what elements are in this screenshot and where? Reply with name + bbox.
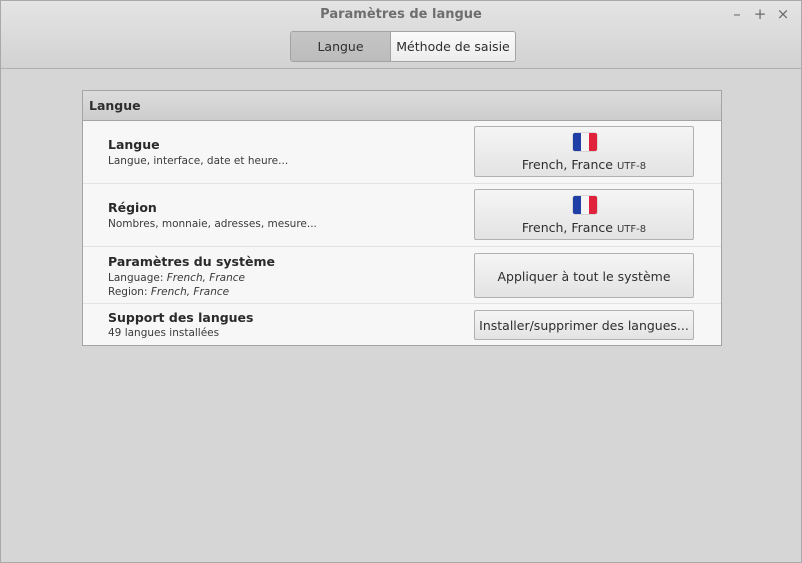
panel-header: Langue xyxy=(83,91,721,121)
row-label-system-settings: Paramètres du système xyxy=(108,254,275,269)
row-label-langue: Langue xyxy=(108,137,160,152)
system-region-line: Region: French, France xyxy=(108,286,229,298)
system-language-prefix: Language: xyxy=(108,272,167,284)
maximize-icon[interactable]: + xyxy=(751,5,769,23)
language-panel: Langue Langue Langue, interface, date et… xyxy=(82,90,722,346)
tab-methode-de-saisie[interactable]: Méthode de saisie xyxy=(391,32,515,61)
titlebar: Paramètres de langue – + × Langue Méthod… xyxy=(1,1,801,69)
system-language-line: Language: French, France xyxy=(108,272,245,284)
row-label-region: Région xyxy=(108,200,157,215)
install-remove-languages-label: Installer/supprimer des langues... xyxy=(479,318,689,333)
row-desc-language-support: 49 langues installées xyxy=(108,327,220,339)
system-region-prefix: Region: xyxy=(108,286,151,298)
flag-france-icon xyxy=(573,196,597,214)
row-label-language-support: Support des langues xyxy=(108,310,254,325)
region-encoding: UTF-8 xyxy=(616,224,647,235)
install-remove-languages-button[interactable]: Installer/supprimer des langues... xyxy=(474,310,694,340)
window-title: Paramètres de langue xyxy=(320,7,482,22)
language-settings-window: Paramètres de langue – + × Langue Méthod… xyxy=(0,0,802,563)
langue-encoding: UTF-8 xyxy=(616,161,647,172)
region-locale-value: French, France xyxy=(521,220,613,235)
minimize-icon[interactable]: – xyxy=(728,5,746,23)
tab-langue[interactable]: Langue xyxy=(291,32,391,61)
langue-locale-button[interactable]: French, France UTF-8 xyxy=(474,126,694,177)
row-desc-region: Nombres, monnaie, adresses, mesure... xyxy=(108,218,317,230)
system-region-value: French, France xyxy=(150,286,230,298)
flag-france-icon xyxy=(573,133,597,151)
region-locale-text: French, France UTF-8 xyxy=(475,220,693,235)
row-system-settings: Paramètres du système Language: French, … xyxy=(83,247,721,304)
row-language-support: Support des langues 49 langues installée… xyxy=(83,304,721,345)
row-region: Région Nombres, monnaie, adresses, mesur… xyxy=(83,184,721,247)
apply-system-wide-label: Appliquer à tout le système xyxy=(497,269,671,284)
close-icon[interactable]: × xyxy=(774,5,792,23)
system-language-value: French, France xyxy=(166,272,245,284)
apply-system-wide-button[interactable]: Appliquer à tout le système xyxy=(474,253,694,298)
region-locale-button[interactable]: French, France UTF-8 xyxy=(474,189,694,240)
langue-locale-text: French, France UTF-8 xyxy=(475,157,693,172)
row-desc-langue: Langue, interface, date et heure... xyxy=(108,155,289,167)
langue-locale-value: French, France xyxy=(521,157,613,172)
tab-switcher: Langue Méthode de saisie xyxy=(290,31,516,62)
row-langue: Langue Langue, interface, date et heure.… xyxy=(83,121,721,184)
